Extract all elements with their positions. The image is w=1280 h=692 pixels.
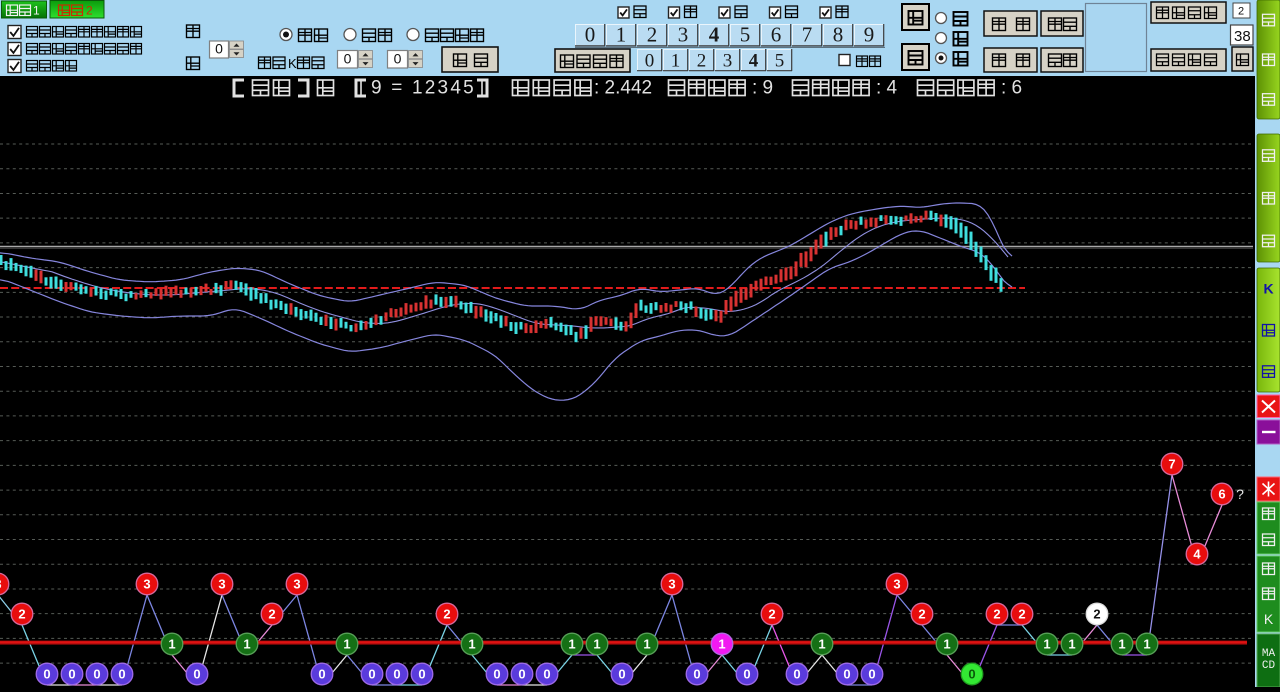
svg-text:K: K bbox=[1263, 281, 1273, 297]
svg-text:3: 3 bbox=[723, 51, 733, 72]
svg-text:0: 0 bbox=[693, 667, 700, 682]
svg-text:0: 0 bbox=[344, 51, 352, 67]
svg-text:1: 1 bbox=[943, 637, 950, 652]
svg-text:0: 0 bbox=[215, 41, 223, 57]
svg-text:0: 0 bbox=[43, 667, 50, 682]
svg-text:1: 1 bbox=[718, 637, 725, 652]
svg-text:K: K bbox=[288, 56, 297, 71]
svg-text:2: 2 bbox=[86, 4, 93, 18]
svg-text:9 = 12345: 9 = 12345 bbox=[371, 78, 476, 99]
svg-text:0: 0 bbox=[543, 667, 550, 682]
svg-text:CD: CD bbox=[1262, 660, 1276, 672]
svg-text:0: 0 bbox=[493, 667, 500, 682]
svg-text:1: 1 bbox=[343, 637, 350, 652]
svg-text:4: 4 bbox=[749, 51, 759, 72]
svg-text:1: 1 bbox=[33, 4, 40, 18]
svg-text:5: 5 bbox=[775, 51, 785, 72]
svg-text:0: 0 bbox=[843, 667, 850, 682]
svg-text:0: 0 bbox=[68, 667, 75, 682]
svg-text:2: 2 bbox=[918, 607, 925, 622]
svg-text:0: 0 bbox=[585, 23, 596, 47]
svg-text:6: 6 bbox=[1218, 487, 1225, 502]
svg-text:0: 0 bbox=[518, 667, 525, 682]
svg-text:1: 1 bbox=[468, 637, 475, 652]
svg-text:2: 2 bbox=[1238, 6, 1244, 18]
svg-text:2: 2 bbox=[993, 607, 1000, 622]
svg-text:2: 2 bbox=[18, 607, 25, 622]
svg-text:2: 2 bbox=[1093, 607, 1100, 622]
svg-text:: 4: : 4 bbox=[876, 78, 898, 99]
svg-text:0: 0 bbox=[394, 51, 402, 67]
svg-text:6: 6 bbox=[771, 23, 782, 47]
svg-text:4: 4 bbox=[709, 23, 720, 47]
svg-text:: 9: : 9 bbox=[752, 78, 773, 99]
svg-text:3: 3 bbox=[218, 577, 225, 592]
svg-text:0: 0 bbox=[618, 667, 625, 682]
svg-text:?: ? bbox=[1236, 486, 1244, 502]
svg-text:7: 7 bbox=[802, 23, 813, 47]
svg-text:0: 0 bbox=[193, 667, 200, 682]
svg-text:3: 3 bbox=[668, 577, 675, 592]
svg-text:0: 0 bbox=[118, 667, 125, 682]
svg-text:1: 1 bbox=[1118, 637, 1125, 652]
svg-text:3: 3 bbox=[678, 23, 689, 47]
svg-text:0: 0 bbox=[418, 667, 425, 682]
svg-text:1: 1 bbox=[1068, 637, 1075, 652]
svg-text:38: 38 bbox=[1234, 28, 1251, 45]
svg-text:1: 1 bbox=[1143, 637, 1150, 652]
svg-text:5: 5 bbox=[740, 23, 751, 47]
svg-text:1: 1 bbox=[568, 637, 575, 652]
svg-text:7: 7 bbox=[1168, 457, 1175, 472]
svg-text:3: 3 bbox=[893, 577, 900, 592]
svg-text:0: 0 bbox=[368, 667, 375, 682]
svg-text:9: 9 bbox=[864, 23, 875, 47]
svg-text:1: 1 bbox=[643, 637, 650, 652]
svg-text:0: 0 bbox=[868, 667, 875, 682]
svg-text:1: 1 bbox=[593, 637, 600, 652]
svg-text:8: 8 bbox=[833, 23, 844, 47]
svg-text:0: 0 bbox=[743, 667, 750, 682]
svg-text:2: 2 bbox=[443, 607, 450, 622]
svg-text:3: 3 bbox=[0, 577, 2, 592]
svg-text:0: 0 bbox=[793, 667, 800, 682]
svg-text:2: 2 bbox=[268, 607, 275, 622]
svg-text:K: K bbox=[1264, 611, 1274, 627]
svg-text:1: 1 bbox=[1043, 637, 1050, 652]
svg-text:4: 4 bbox=[1193, 547, 1201, 562]
svg-text:MA: MA bbox=[1262, 648, 1276, 660]
svg-text:0: 0 bbox=[645, 51, 655, 72]
svg-text:2: 2 bbox=[647, 23, 658, 47]
svg-text:2: 2 bbox=[1018, 607, 1025, 622]
svg-text:0: 0 bbox=[968, 667, 975, 682]
svg-text:2: 2 bbox=[697, 51, 707, 72]
svg-text:2: 2 bbox=[768, 607, 775, 622]
svg-text:1: 1 bbox=[168, 637, 175, 652]
svg-text:0: 0 bbox=[93, 667, 100, 682]
svg-text:1: 1 bbox=[616, 23, 627, 47]
svg-text:: 2.442: : 2.442 bbox=[594, 78, 652, 99]
svg-text:1: 1 bbox=[243, 637, 250, 652]
svg-text:1: 1 bbox=[671, 51, 681, 72]
svg-text:1: 1 bbox=[818, 637, 825, 652]
svg-text:3: 3 bbox=[143, 577, 150, 592]
svg-text:3: 3 bbox=[293, 577, 300, 592]
svg-text:0: 0 bbox=[318, 667, 325, 682]
svg-text:0: 0 bbox=[393, 667, 400, 682]
svg-text:: 6: : 6 bbox=[1001, 78, 1022, 99]
